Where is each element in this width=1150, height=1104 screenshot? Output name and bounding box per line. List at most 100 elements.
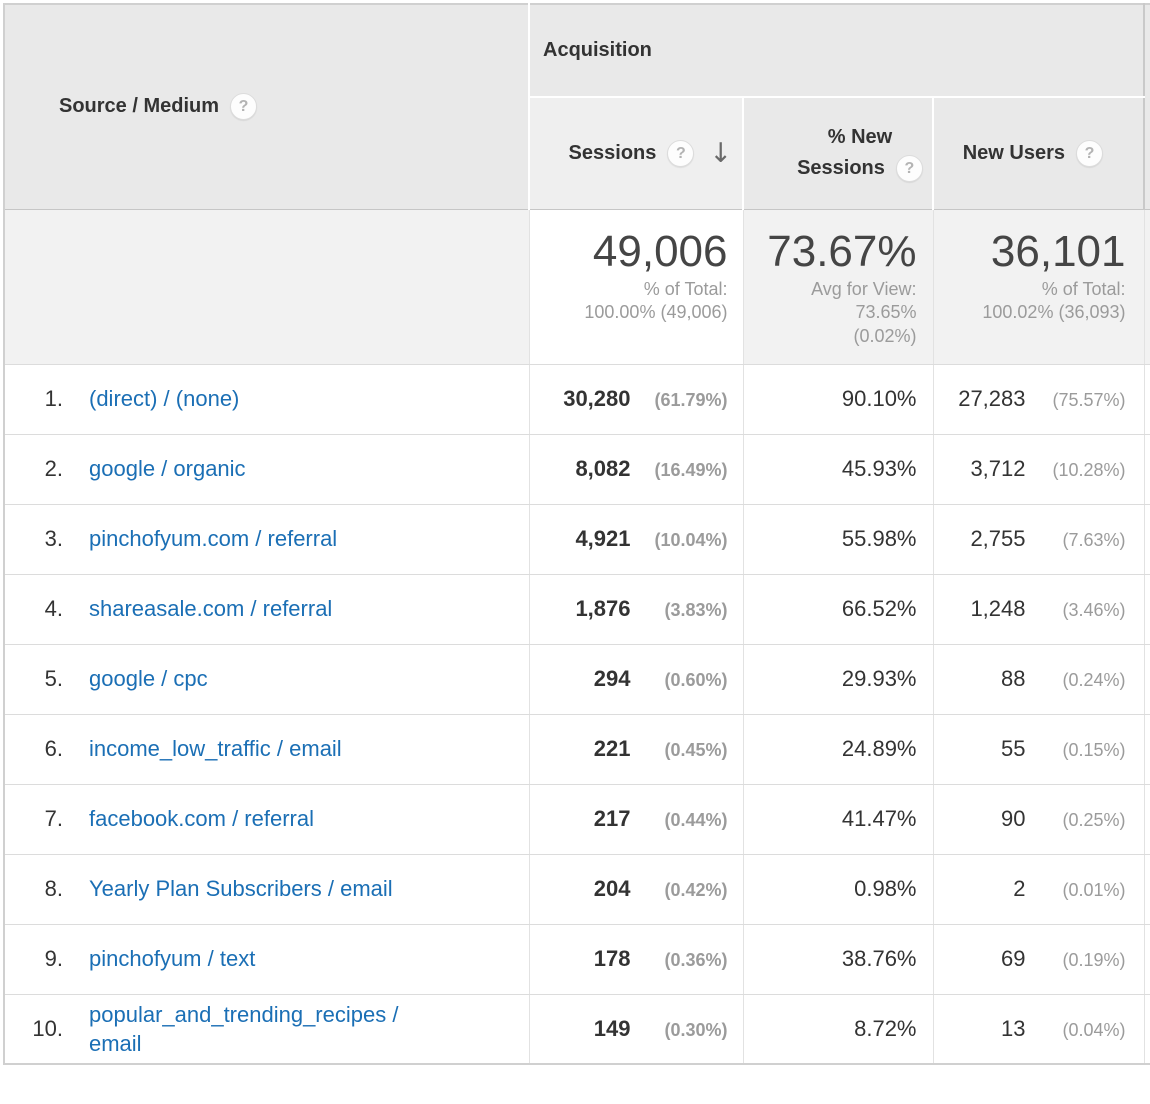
new-users-value: 3,712 — [970, 456, 1025, 481]
table-row: 8. Yearly Plan Subscribers / email 204(0… — [4, 854, 1150, 924]
new-users-cell: 69(0.19%) — [933, 924, 1144, 994]
new-users-value: 1,248 — [970, 596, 1025, 621]
column-header-new-users[interactable]: New Users? — [933, 97, 1144, 209]
sessions-cell: 4,921(10.04%) — [529, 504, 743, 574]
source-medium-link[interactable]: facebook.com / referral — [89, 804, 314, 833]
source-medium-link[interactable]: google / organic — [89, 454, 246, 483]
row-rank: 6. — [6, 736, 63, 762]
totals-row: 49,006 % of Total: 100.00% (49,006) 73.6… — [4, 209, 1150, 364]
sessions-percent: (16.49%) — [631, 460, 728, 481]
analytics-acquisition-report: Source / Medium? Acquisition Sessions?↓ … — [0, 0, 1150, 1065]
column-header-source-medium[interactable]: Source / Medium? — [4, 4, 529, 209]
help-icon[interactable]: ? — [667, 140, 694, 167]
sessions-value: 178 — [594, 946, 631, 971]
pct-new-sessions-value: 45.93% — [842, 456, 917, 481]
table-row: 3. pinchofyum.com / referral 4,921(10.04… — [4, 504, 1150, 574]
row-rank: 2. — [6, 456, 63, 482]
row-sliver-cell — [1144, 714, 1150, 784]
acquisition-label: Acquisition — [543, 39, 652, 61]
pct-new-sessions-value: 24.89% — [842, 736, 917, 761]
new-users-cell: 1,248(3.46%) — [933, 574, 1144, 644]
pct-new-sessions-value: 41.47% — [842, 806, 917, 831]
sessions-percent: (61.79%) — [631, 390, 728, 411]
help-icon[interactable]: ? — [1076, 140, 1103, 167]
row-rank: 9. — [6, 946, 63, 972]
new-users-cell: 88(0.24%) — [933, 644, 1144, 714]
sessions-cell: 294(0.60%) — [529, 644, 743, 714]
source-medium-cell: 3. pinchofyum.com / referral — [4, 504, 529, 574]
pct-new-sessions-value: 38.76% — [842, 946, 917, 971]
sessions-value: 30,280 — [563, 386, 630, 411]
sessions-cell: 149(0.30%) — [529, 994, 743, 1064]
totals-pct-new-sessions-cell: 73.67% Avg for View: 73.65% (0.02%) — [743, 209, 933, 364]
pct-new-sessions-cell: 0.98% — [743, 854, 933, 924]
source-medium-link[interactable]: income_low_traffic / email — [89, 734, 342, 763]
row-sliver-cell — [1144, 994, 1150, 1064]
new-users-percent: (10.28%) — [1026, 460, 1126, 481]
source-medium-cell: 7. facebook.com / referral — [4, 784, 529, 854]
pct-new-sessions-value: 55.98% — [842, 526, 917, 551]
sessions-cell: 217(0.44%) — [529, 784, 743, 854]
pct-new-sessions-cell: 38.76% — [743, 924, 933, 994]
sessions-value: 149 — [594, 1016, 631, 1041]
new-users-percent: (0.01%) — [1026, 880, 1126, 901]
source-medium-label: Source / Medium — [59, 95, 219, 117]
row-rank: 3. — [6, 526, 63, 552]
sessions-cell: 221(0.45%) — [529, 714, 743, 784]
source-medium-cell: 4. shareasale.com / referral — [4, 574, 529, 644]
table-row: 9. pinchofyum / text 178(0.36%) 38.76% 6… — [4, 924, 1150, 994]
row-rank: 1. — [6, 386, 63, 412]
new-users-percent: (75.57%) — [1026, 390, 1126, 411]
group-header-acquisition: Acquisition — [529, 4, 1144, 97]
new-users-cell: 55(0.15%) — [933, 714, 1144, 784]
pct-new-sessions-avg-detail: Avg for View: 73.65% (0.02%) — [745, 278, 917, 348]
totals-sessions-cell: 49,006 % of Total: 100.00% (49,006) — [529, 209, 743, 364]
sessions-percent: (0.36%) — [631, 950, 728, 971]
source-medium-link[interactable]: pinchofyum / text — [89, 944, 255, 973]
totals-sliver-cell — [1144, 209, 1150, 364]
source-medium-link[interactable]: Yearly Plan Subscribers / email — [89, 874, 393, 903]
new-users-value: 55 — [1001, 736, 1025, 761]
new-users-percent: (0.19%) — [1026, 950, 1126, 971]
source-medium-link[interactable]: popular_and_trending_recipes / email — [89, 1000, 439, 1059]
pct-new-sessions-label: % New Sessions — [797, 126, 892, 179]
sessions-value: 294 — [594, 666, 631, 691]
source-medium-link[interactable]: (direct) / (none) — [89, 384, 239, 413]
sessions-cell: 178(0.36%) — [529, 924, 743, 994]
column-header-sessions[interactable]: Sessions?↓ — [529, 97, 743, 209]
sessions-value: 217 — [594, 806, 631, 831]
sort-descending-icon: ↓ — [709, 140, 732, 167]
new-users-percent: (0.24%) — [1026, 670, 1126, 691]
source-medium-cell: 2. google / organic — [4, 434, 529, 504]
sessions-percent: (0.42%) — [631, 880, 728, 901]
source-medium-link[interactable]: google / cpc — [89, 664, 208, 693]
sessions-percent: (0.60%) — [631, 670, 728, 691]
new-users-value: 88 — [1001, 666, 1025, 691]
sessions-value: 1,876 — [575, 596, 630, 621]
new-users-value: 90 — [1001, 806, 1025, 831]
pct-new-sessions-cell: 45.93% — [743, 434, 933, 504]
row-sliver-cell — [1144, 364, 1150, 434]
table-row: 2. google / organic 8,082(16.49%) 45.93%… — [4, 434, 1150, 504]
table-row: 4. shareasale.com / referral 1,876(3.83%… — [4, 574, 1150, 644]
source-medium-cell: 9. pinchofyum / text — [4, 924, 529, 994]
help-icon[interactable]: ? — [896, 155, 923, 182]
source-medium-link[interactable]: pinchofyum.com / referral — [89, 524, 337, 553]
sessions-total-detail: % of Total: 100.00% (49,006) — [531, 278, 728, 325]
pct-new-sessions-value: 90.10% — [842, 386, 917, 411]
sessions-percent: (0.30%) — [631, 1020, 728, 1041]
column-header-pct-new-sessions[interactable]: % New Sessions? — [743, 97, 933, 209]
new-users-total-detail: % of Total: 100.02% (36,093) — [935, 278, 1126, 325]
row-sliver-cell — [1144, 504, 1150, 574]
pct-new-sessions-cell: 55.98% — [743, 504, 933, 574]
help-icon[interactable]: ? — [230, 93, 257, 120]
sessions-value: 204 — [594, 876, 631, 901]
totals-new-users-cell: 36,101 % of Total: 100.02% (36,093) — [933, 209, 1144, 364]
sessions-cell: 204(0.42%) — [529, 854, 743, 924]
pct-new-sessions-value: 29.93% — [842, 666, 917, 691]
row-sliver-cell — [1144, 924, 1150, 994]
sessions-percent: (3.83%) — [631, 600, 728, 621]
new-users-cell: 2(0.01%) — [933, 854, 1144, 924]
source-medium-link[interactable]: shareasale.com / referral — [89, 594, 332, 623]
pct-new-sessions-cell: 29.93% — [743, 644, 933, 714]
